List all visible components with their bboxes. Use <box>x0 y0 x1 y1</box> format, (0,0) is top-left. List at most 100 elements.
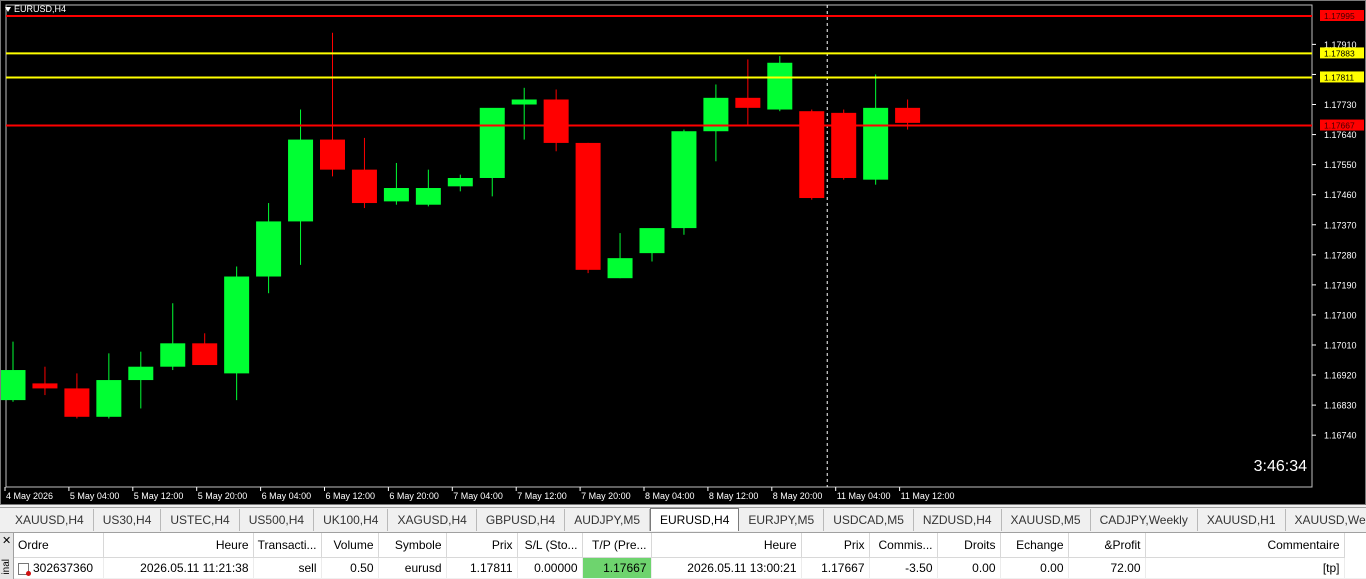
x-axis-label: 6 May 04:00 <box>262 491 312 501</box>
column-header[interactable]: Ordre <box>14 533 104 558</box>
column-header[interactable]: Commis... <box>869 533 938 558</box>
x-axis-label: 6 May 12:00 <box>326 491 376 501</box>
candle-body <box>351 169 377 204</box>
table-cell: 0.00 <box>1000 557 1069 578</box>
terminal-side-strip: ✕ inal <box>0 533 14 579</box>
candle-body <box>96 380 122 417</box>
chart-tab[interactable]: UK100,H4 <box>314 509 389 531</box>
table-cell: 2026.05.11 11:21:38 <box>103 557 254 578</box>
x-axis-label: 5 May 04:00 <box>70 491 120 501</box>
table-cell: 0.50 <box>321 557 379 578</box>
candle-body <box>320 139 345 170</box>
column-header[interactable]: Volume <box>321 533 379 558</box>
chart-tab[interactable]: US500,H4 <box>240 509 315 531</box>
column-header[interactable]: Commentaire <box>1145 533 1345 558</box>
table-cell: 1.17667 <box>582 557 652 578</box>
close-icon[interactable]: ✕ <box>2 534 11 547</box>
column-header[interactable]: S/L (Sto... <box>517 533 583 558</box>
history-table: Ordre Heure Transacti... Volume Symbole Prix S… <box>14 533 1345 578</box>
chart-tab[interactable]: GBPUSD,H4 <box>477 509 566 531</box>
candle-body <box>639 228 665 254</box>
candle-body <box>831 112 857 178</box>
column-header[interactable]: Prix <box>446 533 518 558</box>
column-header[interactable]: Transacti... <box>253 533 322 558</box>
price-tag-label: 1.17811 <box>1324 72 1354 82</box>
table-cell: eurusd <box>378 557 447 578</box>
candle-body <box>192 343 218 366</box>
candle-body <box>128 366 154 381</box>
chart-tab[interactable]: XAGUSD,H4 <box>388 509 477 531</box>
column-header[interactable]: Droits <box>937 533 1001 558</box>
column-header[interactable]: Heure <box>103 533 254 558</box>
candle-body <box>735 97 761 108</box>
chart-window[interactable]: 1.179101.178201.177301.176401.175501.174… <box>0 0 1366 505</box>
price-tag-label: 1.17667 <box>1324 121 1355 131</box>
x-axis-label: 5 May 20:00 <box>198 491 248 501</box>
x-axis-label: 11 May 04:00 <box>837 491 891 501</box>
table-cell: 0.00 <box>937 557 1001 578</box>
table-cell: 72.00 <box>1068 557 1146 578</box>
terminal-side-label: inal <box>1 559 12 575</box>
x-axis-label: 7 May 12:00 <box>517 491 567 501</box>
x-axis-label: 5 May 12:00 <box>134 491 184 501</box>
x-axis-label: 7 May 20:00 <box>581 491 631 501</box>
table-cell: 1.17667 <box>801 557 870 578</box>
x-axis-label: 7 May 04:00 <box>453 491 503 501</box>
chart-tab[interactable]: XAUUSD,Wee <box>1286 509 1366 531</box>
x-axis-label: 11 May 12:00 <box>901 491 955 501</box>
column-header[interactable]: Prix <box>801 533 870 558</box>
table-cell: -3.50 <box>869 557 938 578</box>
y-axis-label: 1.17640 <box>1324 130 1357 140</box>
chart-tab[interactable]: XAUUSD,M5 <box>1002 509 1091 531</box>
y-axis-label: 1.17100 <box>1324 310 1357 320</box>
column-header[interactable]: Symbole <box>378 533 447 558</box>
chart-tab[interactable]: EURJPY,M5 <box>739 509 825 531</box>
column-header[interactable]: Echange <box>1000 533 1069 558</box>
x-axis-label: 6 May 20:00 <box>389 491 439 501</box>
symbol-tabs-bar: XAUUSD,H4 US30,H4 USTEC,H4 US500,H4 UK100,H4… <box>0 507 1366 531</box>
terminal-panel: ✕ inal Ordre Heure Transacti... Volume Symbo… <box>0 532 1366 579</box>
y-axis-label: 1.17370 <box>1324 220 1357 230</box>
x-axis-label: 4 May 2026 <box>6 491 53 501</box>
y-axis-label: 1.17460 <box>1324 190 1357 200</box>
chart-tab[interactable]: CADJPY,Weekly <box>1091 509 1198 531</box>
closed-order-icon <box>18 562 31 576</box>
chart-tab[interactable]: AUDJPY,M5 <box>565 509 651 531</box>
y-axis-label: 1.17730 <box>1324 100 1357 110</box>
chart-tab[interactable]: EURUSD,H4 <box>650 508 740 531</box>
chart-tab[interactable]: USDCAD,M5 <box>824 509 914 531</box>
column-header[interactable]: T/P (Pre... <box>582 533 652 558</box>
chart-tab[interactable]: XAUUSD,H1 <box>1198 509 1286 531</box>
candle-body <box>415 188 441 205</box>
table-cell: 0.00000 <box>517 557 583 578</box>
candle-body <box>575 142 601 270</box>
candle-body <box>511 99 537 105</box>
table-cell: 302637360 <box>14 557 104 578</box>
x-axis-label: 8 May 12:00 <box>709 491 759 501</box>
y-axis-label: 1.16830 <box>1324 401 1357 411</box>
chart-title-label: EURUSD,H4 <box>14 4 67 14</box>
table-row[interactable]: 302637360 2026.05.11 11:21:38 sell 0.50 euru… <box>14 557 1345 578</box>
candle-body <box>479 107 505 178</box>
candle-body <box>767 62 793 110</box>
table-cell: 1.17811 <box>446 557 518 578</box>
candlestick-chart[interactable]: 1.179101.178201.177301.176401.175501.174… <box>1 1 1366 506</box>
column-header[interactable]: Heure <box>651 533 802 558</box>
candle-body <box>224 276 250 374</box>
chart-tab[interactable]: XAUUSD,H4 <box>6 509 94 531</box>
chart-menu-icon[interactable] <box>5 6 11 12</box>
candle-body <box>256 221 282 277</box>
x-axis-label: 8 May 04:00 <box>645 491 695 501</box>
candle-body <box>863 107 889 180</box>
y-axis-label: 1.16920 <box>1324 371 1357 381</box>
y-axis-label: 1.17190 <box>1324 280 1357 290</box>
table-cell: 2026.05.11 13:00:21 <box>651 557 802 578</box>
chart-tab[interactable]: US30,H4 <box>94 509 162 531</box>
table-cell: sell <box>253 557 322 578</box>
chart-tab[interactable]: USTEC,H4 <box>161 509 240 531</box>
chart-title[interactable]: EURUSD,H4 <box>5 4 66 14</box>
candle-body <box>288 139 314 222</box>
column-header[interactable]: &Profit <box>1068 533 1146 558</box>
chart-tab[interactable]: NZDUSD,H4 <box>914 509 1002 531</box>
x-axis-label: 8 May 20:00 <box>773 491 823 501</box>
